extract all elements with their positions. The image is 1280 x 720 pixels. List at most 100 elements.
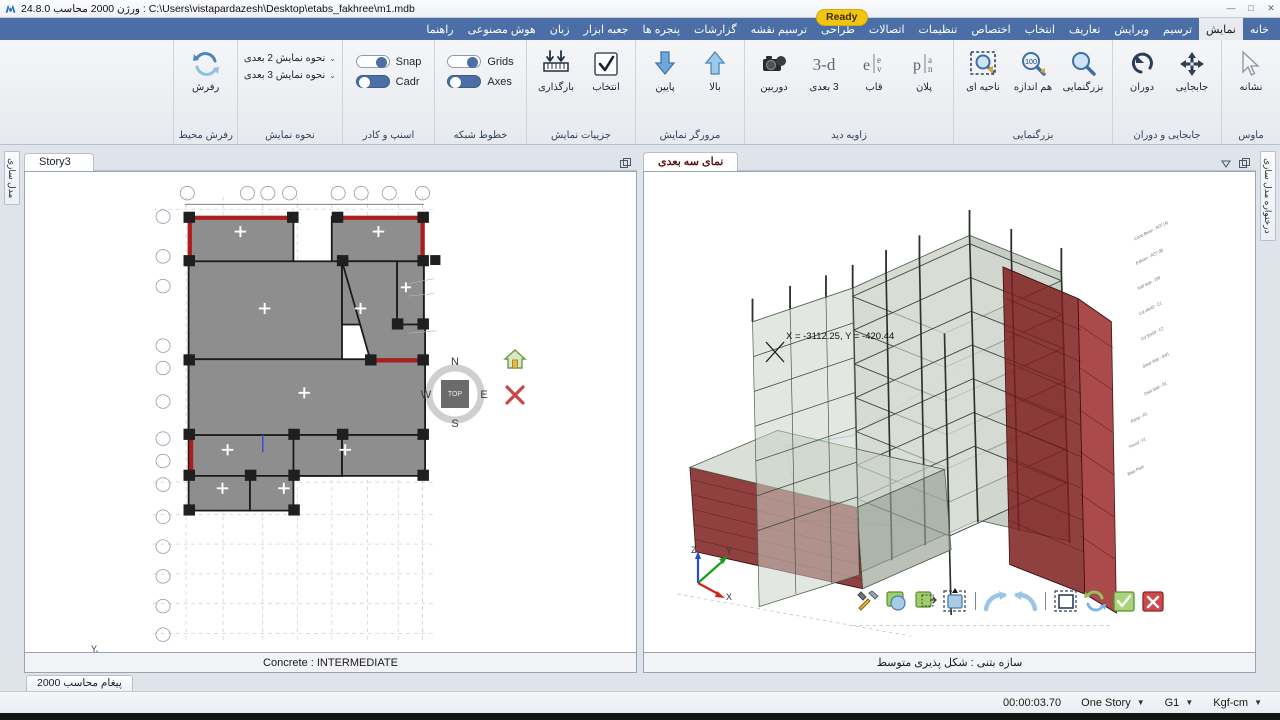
toggle-cadr-row[interactable]: Cadr [355, 75, 422, 88]
status-grid-selector[interactable]: G1 ▼ [1155, 697, 1204, 709]
tool-refresh-button[interactable]: رفرش [183, 45, 229, 93]
toggle-snap-row[interactable]: Snap [355, 55, 421, 68]
view3d-crosshair [764, 340, 794, 371]
teams-app-icon[interactable] [308, 715, 344, 720]
menu-item-windows[interactable]: پنجره ها [635, 18, 687, 40]
menu-item-select[interactable]: انتخاب [1018, 18, 1062, 40]
confirm-check-icon[interactable] [1111, 588, 1137, 614]
tool-elevation-view-button[interactable]: e e v قاب [851, 45, 897, 93]
status-units-selector[interactable]: Kgf-cm ▼ [1203, 697, 1272, 709]
view3d-float-toolbar [852, 586, 1169, 616]
status-story-selector[interactable]: One Story ▼ [1071, 697, 1154, 709]
combo-display-3d[interactable]: نحوه نمایش 3 بعدی ⌄ [244, 70, 336, 81]
tool-view-down-label: پایین [655, 82, 675, 93]
tool-zoom-region-button[interactable]: ناحیه ای [960, 45, 1006, 93]
tool-rotate-button[interactable]: دوران [1119, 45, 1165, 93]
minimize-button[interactable]: ― [1224, 2, 1238, 14]
tab-3d-view[interactable]: نمای سه بعدی [643, 152, 739, 171]
close-x-icon[interactable] [503, 383, 527, 412]
toggle-grids-row[interactable]: Grids [447, 55, 514, 68]
menu-item-help[interactable]: راهنما [419, 18, 460, 40]
right-rail-model-tree-tab[interactable]: درختواره مدل سازی [1260, 151, 1276, 241]
menu-item-definitions[interactable]: تعاریف [1062, 18, 1107, 40]
tool-select-display-button[interactable]: انتخاب [583, 45, 629, 93]
cancel-x-icon[interactable] [1140, 588, 1166, 614]
menu-item-home[interactable]: خانه [1243, 18, 1276, 40]
maximize-button[interactable]: □ [1244, 2, 1258, 14]
status-badge-ready: Ready [816, 9, 868, 26]
toggle-axes-switch[interactable] [447, 75, 482, 88]
tool-cursor-button[interactable]: نشانه [1228, 45, 1274, 93]
task-view-icon[interactable] [80, 715, 116, 720]
tool-view-up-button[interactable]: بالا [692, 45, 738, 93]
ribbon-group-viewangle-title: زاویه دید [831, 130, 867, 141]
undo-arrow-icon[interactable] [1012, 588, 1038, 614]
menu-item-language[interactable]: زبان [543, 18, 577, 40]
tab-story3[interactable]: Story3 [24, 153, 94, 171]
tool-camera-button[interactable]: دوربین [751, 45, 797, 93]
toggle-axes-row[interactable]: Axes [447, 75, 513, 88]
file-explorer-icon[interactable] [156, 715, 192, 720]
menu-item-reports[interactable]: گزارشات [687, 18, 744, 40]
combo-display-2d[interactable]: نحوه نمایش 2 بعدی ⌄ [244, 53, 336, 64]
load-apply-icon [540, 47, 572, 81]
tool-view-down-button[interactable]: پایین [642, 45, 688, 93]
redo-arrow-icon[interactable] [983, 588, 1009, 614]
toggle-grids-switch[interactable] [447, 55, 482, 68]
toggle-axes-label: Axes [487, 75, 512, 88]
etabs-app-icon[interactable]: 24 [270, 715, 306, 720]
view3d-canvas[interactable]: Comp.Beam - RCF (A) B.Beam - RCF (B) Wal… [643, 171, 1256, 653]
ribbon-toolbar: نشانه ماوس جابجایی دوران جابجایی و دوران… [0, 40, 1280, 145]
tab-calculator-messages[interactable]: پیغام محاسب 2000 [26, 675, 133, 691]
left-rail-modeling-tab[interactable]: مدل سازی [4, 151, 20, 206]
tool-plan-view-button[interactable]: p a n پلان [901, 45, 947, 93]
toggle-cadr-switch[interactable] [355, 75, 390, 88]
app-logo-icon [5, 4, 16, 13]
svg-text:S: S [451, 418, 458, 429]
menu-item-display[interactable]: نمایش [1199, 18, 1243, 40]
chrome-browser-icon[interactable] [194, 715, 230, 720]
ribbon-group-gridlines: Grids Axes خطوط شبکه [434, 40, 526, 144]
svg-text:B.Beam - RCF (B): B.Beam - RCF (B) [1135, 247, 1164, 266]
menu-item-draw[interactable]: ترسیم [1156, 18, 1199, 40]
menu-item-toolbox[interactable]: جعبه ابزار [577, 18, 636, 40]
tool-zoom-100-button[interactable]: 100 هم اندازه [1010, 45, 1056, 93]
close-button[interactable]: ✕ [1264, 2, 1278, 14]
menu-item-ai[interactable]: هوش مصنوعی [461, 18, 543, 40]
svg-text:100: 100 [1025, 59, 1037, 66]
search-icon[interactable] [42, 715, 78, 720]
widgets-paint-icon[interactable] [118, 715, 154, 720]
svg-text:TOP: TOP [448, 391, 463, 398]
refresh-swap-icon[interactable] [1082, 588, 1108, 614]
restore-window-icon[interactable] [1239, 158, 1250, 168]
tools-hammer-wrench-icon[interactable] [855, 588, 881, 614]
menu-item-edit[interactable]: ویرایش [1107, 18, 1156, 40]
tool-loads-button[interactable]: بارگذاری [533, 45, 579, 93]
menu-item-drafting[interactable]: ترسیم نقشه [744, 18, 814, 40]
windows-start-icon[interactable] [4, 715, 40, 720]
cursor-arrow-icon [1238, 47, 1264, 81]
object-extrude-icon[interactable] [913, 588, 939, 614]
object-select-box-icon[interactable] [942, 588, 968, 614]
tool-3d-view-label: 3 بعدی [809, 82, 839, 93]
plan-compass-widget[interactable]: TOP N S W E [420, 354, 490, 434]
collapse-chevron-icon[interactable] [1220, 159, 1232, 168]
plan-view-pane: Story3 collapse-chevron-icon [24, 149, 637, 673]
home-view-icon[interactable] [503, 348, 527, 375]
restore-window-icon[interactable] [620, 158, 631, 168]
tool-zoom-button[interactable]: بزرگنمایی [1060, 45, 1106, 93]
menu-item-settings[interactable]: تنظیمات [912, 18, 965, 40]
mail-app-icon[interactable] [232, 715, 268, 720]
menu-item-connections[interactable]: اتصالات [862, 18, 912, 40]
plan-canvas[interactable]: TOP N S W E Y [24, 171, 637, 653]
tool-pan-button[interactable]: جابجایی [1169, 45, 1215, 93]
object-sphere-icon[interactable] [884, 588, 910, 614]
pan-move-icon [1178, 47, 1206, 81]
tool-3d-view-button[interactable]: 3-d 3 بعدی [801, 45, 847, 93]
toggle-snap-switch[interactable] [355, 55, 390, 68]
menu-item-assign[interactable]: اختصاص [964, 18, 1017, 40]
status-story-value: One Story [1081, 696, 1131, 709]
svg-text:Z: Z [691, 545, 697, 555]
selection-rect-icon[interactable] [1053, 588, 1079, 614]
svg-text:n: n [928, 64, 933, 74]
